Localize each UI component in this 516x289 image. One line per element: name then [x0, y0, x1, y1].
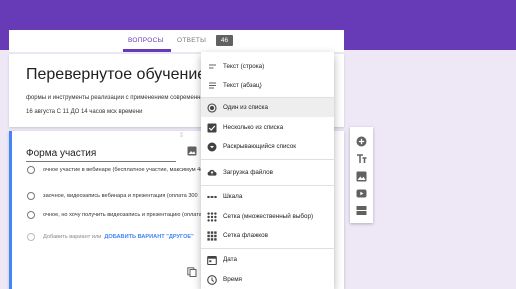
option-row[interactable]: заочное, видеозапись вебинара и презента…	[27, 190, 198, 202]
dropdown-icon	[207, 142, 217, 152]
menu-item-time[interactable]: Время	[201, 270, 334, 289]
menu-item-label: Текст (строка)	[223, 63, 265, 70]
menu-item-multiple-choice[interactable]: Один из списка	[201, 98, 334, 117]
option-label[interactable]: очное, но хочу получить видеозапись и пр…	[43, 212, 202, 218]
menu-item-label: Несколько из списка	[223, 124, 284, 131]
radio-icon[interactable]	[27, 166, 35, 174]
radio-button-icon	[207, 102, 217, 113]
add-question-icon[interactable]	[356, 136, 367, 147]
radio-icon	[27, 233, 35, 241]
copy-icon[interactable]	[187, 267, 197, 277]
menu-item-label: Шкала	[223, 193, 243, 200]
menu-item-grid-checkbox[interactable]: Сетка флажков	[201, 226, 334, 245]
radio-icon[interactable]	[27, 192, 35, 200]
tabs-bar: ВОПРОСЫ ОТВЕТЫ 46	[9, 30, 344, 52]
menu-item-dropdown[interactable]: Раскрывающийся список	[201, 137, 334, 156]
option-row[interactable]: очное участие в вебинаре (бесплатное уча…	[27, 164, 202, 176]
option-label[interactable]: очное участие в вебинаре (бесплатное уча…	[43, 167, 202, 173]
image-icon[interactable]	[187, 146, 197, 156]
tab-questions[interactable]: ВОПРОСЫ	[128, 37, 164, 44]
menu-item-label: Дата	[223, 256, 237, 263]
question-title-underline	[26, 161, 176, 162]
menu-divider	[201, 248, 334, 249]
question-title[interactable]: Форма участия	[26, 148, 96, 159]
image-icon[interactable]	[356, 171, 367, 182]
menu-item-checkboxes[interactable]: Несколько из списка	[201, 118, 334, 137]
menu-item-file-upload[interactable]: Загрузка файлов	[201, 163, 334, 182]
clock-icon	[207, 274, 217, 285]
menu-item-label: Сетка флажков	[223, 232, 268, 239]
short-text-icon	[207, 62, 217, 72]
radio-icon[interactable]	[27, 211, 35, 219]
grid-radio-icon	[207, 211, 217, 222]
menu-divider	[201, 185, 334, 186]
menu-item-label: Время	[223, 276, 242, 283]
cloud-upload-icon	[207, 168, 217, 178]
menu-item-label: Загрузка файлов	[223, 169, 274, 176]
option-label[interactable]: заочное, видеозапись вебинара и презента…	[43, 193, 198, 199]
option-row[interactable]: очное, но хочу получить видеозапись и пр…	[27, 209, 202, 221]
menu-item-label: Раскрывающийся список	[223, 143, 296, 150]
answers-count-badge: 46	[216, 35, 233, 46]
menu-item-label: Один из списка	[223, 104, 268, 111]
menu-item-label: Текст (абзац)	[223, 82, 262, 89]
menu-item-short-text[interactable]: Текст (строка)	[201, 57, 334, 76]
calendar-icon	[207, 255, 217, 265]
add-option-text[interactable]: Добавить вариант или	[43, 234, 101, 240]
linear-scale-icon	[207, 192, 217, 202]
side-toolbar	[350, 127, 373, 223]
menu-item-date[interactable]: Дата	[201, 250, 334, 269]
active-tab-indicator	[123, 49, 171, 52]
section-icon[interactable]	[356, 205, 367, 216]
title-text-icon[interactable]	[356, 153, 367, 164]
grid-checkbox-icon	[207, 230, 217, 241]
menu-divider	[201, 159, 334, 160]
add-option-row[interactable]: Добавить вариант или ДОБАВИТЬ ВАРИАНТ "Д…	[27, 231, 194, 243]
question-type-menu: Текст (строка) Текст (абзац) Один из спи…	[201, 52, 334, 289]
menu-item-linear-scale[interactable]: Шкала	[201, 187, 334, 206]
drag-handle-icon[interactable]: ⁞⁞⁞	[180, 133, 183, 139]
form-title[interactable]: Перевернутое обучение	[26, 66, 206, 84]
menu-item-label: Сетка (множественный выбор)	[223, 213, 314, 220]
video-icon[interactable]	[356, 188, 367, 199]
add-other-button[interactable]: ДОБАВИТЬ ВАРИАНТ "ДРУГОЕ"	[104, 234, 193, 240]
checkbox-icon	[207, 123, 217, 133]
form-description[interactable]: формы и инструменты реализации с примене…	[26, 95, 208, 101]
menu-item-grid-multiple[interactable]: Сетка (множественный выбор)	[201, 207, 334, 226]
tab-answers[interactable]: ОТВЕТЫ	[177, 37, 206, 44]
paragraph-icon	[207, 81, 217, 91]
menu-item-paragraph[interactable]: Текст (абзац)	[201, 76, 334, 95]
form-date-text[interactable]: 16 августа С 11 ДО 14 часов мск времени	[26, 109, 142, 115]
